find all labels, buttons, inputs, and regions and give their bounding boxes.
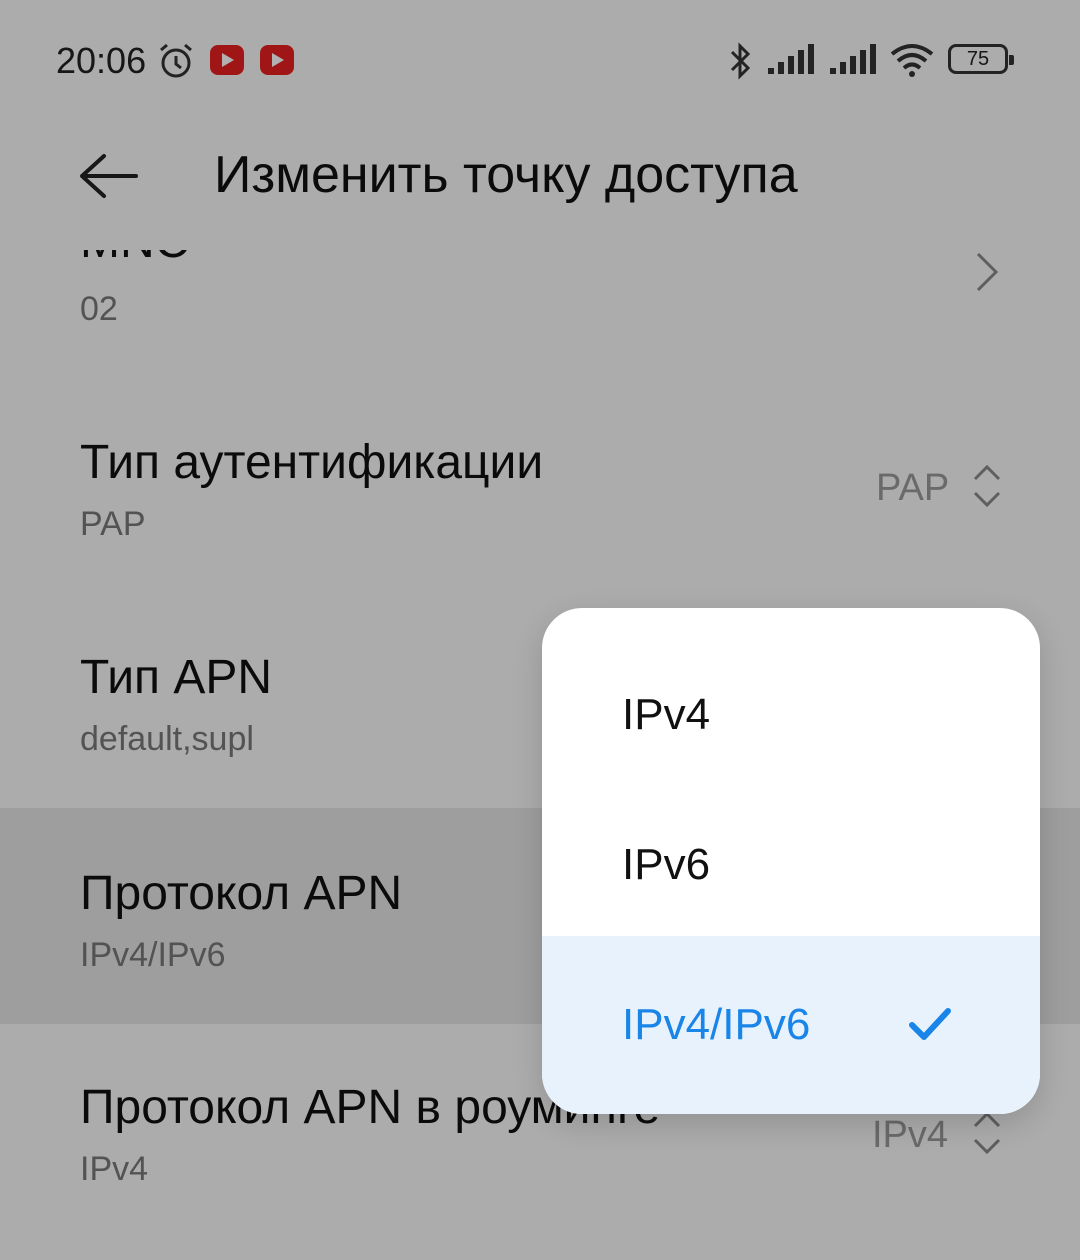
option-label: IPv4/IPv6 bbox=[622, 1000, 811, 1049]
option-ipv4-ipv6[interactable]: IPv4/IPv6 bbox=[542, 936, 1040, 1114]
checkmark-icon bbox=[909, 1008, 951, 1040]
screen: 20:06 75 Изменить точку доступа MNC 02 Т… bbox=[0, 0, 1080, 1260]
option-label: IPv4 bbox=[622, 690, 711, 739]
protocol-popup-menu: IPv4 IPv6 IPv4/IPv6 bbox=[542, 608, 1040, 1114]
option-ipv6[interactable]: IPv6 bbox=[542, 790, 1040, 940]
option-label: IPv6 bbox=[622, 840, 711, 889]
option-ipv4[interactable]: IPv4 bbox=[542, 640, 1040, 790]
